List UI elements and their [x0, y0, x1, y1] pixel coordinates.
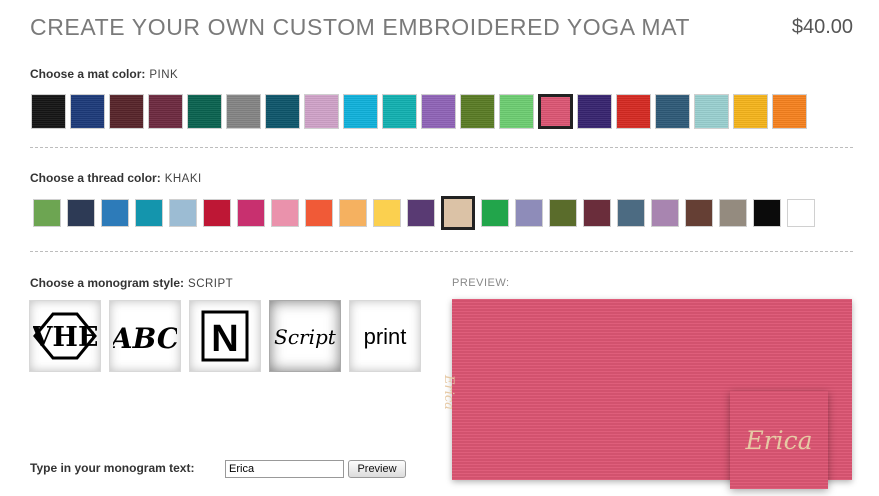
page-title: CREATE YOUR OWN CUSTOM EMBROIDERED YOGA …	[30, 14, 691, 40]
preview-label: PREVIEW:	[452, 277, 510, 289]
thread-color-swatch[interactable]	[515, 199, 543, 227]
thread-color-label-row: Choose a thread color: KHAKI	[30, 171, 202, 185]
monogram-style-value: SCRIPT	[188, 278, 234, 290]
mat-color-swatch[interactable]	[616, 94, 651, 129]
print-monogram-icon: print	[364, 324, 407, 349]
closeup-monogram-text: Erica	[745, 425, 813, 455]
mat-monogram-preview-text: Erica	[441, 375, 456, 410]
mat-color-swatch[interactable]	[31, 94, 66, 129]
mat-color-swatch[interactable]	[733, 94, 768, 129]
mat-color-swatch[interactable]	[772, 94, 807, 129]
thread-color-swatch[interactable]	[441, 196, 475, 230]
mat-color-label: Choose a mat color:	[30, 67, 146, 81]
mat-color-swatch[interactable]	[187, 94, 222, 129]
mat-color-swatches	[31, 94, 807, 129]
thread-color-swatch[interactable]	[305, 199, 333, 227]
thread-color-swatch[interactable]	[481, 199, 509, 227]
thread-color-swatch[interactable]	[271, 199, 299, 227]
style-option-print[interactable]: print	[349, 300, 421, 372]
mat-color-swatch[interactable]	[148, 94, 183, 129]
mat-color-swatch[interactable]	[655, 94, 690, 129]
thread-color-swatch[interactable]	[67, 199, 95, 227]
script-monogram-icon: Script	[274, 325, 337, 349]
thread-color-swatch[interactable]	[651, 199, 679, 227]
thread-color-label: Choose a thread color:	[30, 171, 161, 185]
thread-color-swatch[interactable]	[203, 199, 231, 227]
style-option-script[interactable]: Script	[269, 300, 341, 372]
monogram-style-label-row: Choose a monogram style: SCRIPT	[30, 276, 233, 290]
mat-color-swatch[interactable]	[694, 94, 729, 129]
monogram-style-options: VHE ABC N Script print	[29, 300, 421, 372]
print-monogram-text: print	[364, 324, 407, 349]
mat-color-swatch[interactable]	[421, 94, 456, 129]
monogram-text-label: Type in your monogram text:	[30, 461, 195, 475]
preview-button[interactable]: Preview	[348, 460, 406, 478]
mat-color-swatch[interactable]	[382, 94, 417, 129]
circle-script-monogram-icon: ABC	[113, 322, 177, 355]
diamond-monogram-icon: VHE	[33, 312, 97, 360]
mat-color-swatch[interactable]	[577, 94, 612, 129]
thread-color-swatch[interactable]	[617, 199, 645, 227]
thread-color-value: KHAKI	[164, 173, 202, 185]
thread-color-swatch[interactable]	[407, 199, 435, 227]
thread-color-swatch[interactable]	[237, 199, 265, 227]
thread-color-swatch[interactable]	[33, 199, 61, 227]
price: $40.00	[791, 16, 853, 38]
mat-color-swatch[interactable]	[226, 94, 261, 129]
divider	[30, 147, 853, 148]
thread-color-swatch[interactable]	[169, 199, 197, 227]
thread-color-swatch[interactable]	[373, 199, 401, 227]
mat-color-swatch[interactable]	[343, 94, 378, 129]
thread-color-swatch[interactable]	[549, 199, 577, 227]
thread-color-swatch[interactable]	[685, 199, 713, 227]
thread-color-swatch[interactable]	[753, 199, 781, 227]
mat-color-swatch[interactable]	[499, 94, 534, 129]
thread-color-swatch[interactable]	[787, 199, 815, 227]
thread-color-swatch[interactable]	[101, 199, 129, 227]
monogram-text-input[interactable]	[225, 460, 344, 478]
circle-script-monogram-text: ABC	[113, 322, 177, 355]
mat-color-swatch[interactable]	[265, 94, 300, 129]
thread-color-swatches	[33, 196, 815, 230]
mat-color-swatch[interactable]	[538, 94, 573, 129]
divider	[30, 251, 853, 252]
mat-color-swatch[interactable]	[70, 94, 105, 129]
mat-color-swatch[interactable]	[460, 94, 495, 129]
thread-color-swatch[interactable]	[339, 199, 367, 227]
monogram-style-label: Choose a monogram style:	[30, 276, 185, 290]
mat-color-swatch[interactable]	[109, 94, 144, 129]
diamond-monogram-text: VHE	[33, 322, 97, 353]
style-option-block[interactable]: N	[189, 300, 261, 372]
monogram-closeup: Erica	[730, 391, 828, 489]
block-monogram-icon: N	[201, 310, 249, 362]
style-option-circle-script[interactable]: ABC	[109, 300, 181, 372]
mat-color-value: PINK	[149, 69, 179, 81]
mat-color-label-row: Choose a mat color: PINK	[30, 67, 178, 81]
script-monogram-text: Script	[274, 325, 337, 349]
thread-color-swatch[interactable]	[583, 199, 611, 227]
block-monogram-text: N	[211, 318, 238, 360]
mat-color-swatch[interactable]	[304, 94, 339, 129]
style-option-diamond[interactable]: VHE	[29, 300, 101, 372]
thread-color-swatch[interactable]	[719, 199, 747, 227]
thread-color-swatch[interactable]	[135, 199, 163, 227]
